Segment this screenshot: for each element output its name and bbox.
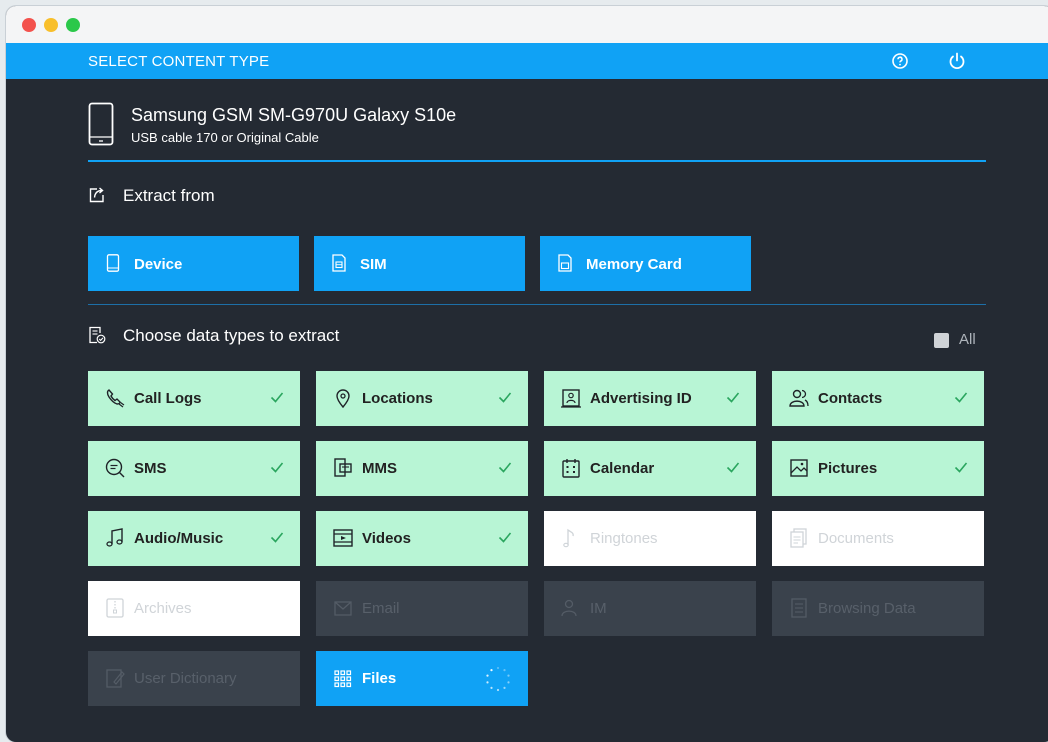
picture-icon <box>790 459 808 477</box>
source-label: Device <box>134 256 183 273</box>
loading-spinner-icon <box>486 666 510 692</box>
music-icon <box>106 528 123 547</box>
data-type-tile-call-logs[interactable]: Call Logs <box>88 371 300 426</box>
email-icon <box>334 601 352 616</box>
data-type-label: Advertising ID <box>590 390 692 407</box>
extract-from-label: Extract from <box>123 186 215 205</box>
data-type-tile-calendar[interactable]: Calendar <box>544 441 756 496</box>
document-check-icon <box>89 326 106 344</box>
data-type-label: MMS <box>362 460 397 477</box>
data-type-tile-email: Email <box>316 581 528 636</box>
data-type-tile-advertising-id[interactable]: Advertising ID <box>544 371 756 426</box>
sim-icon <box>332 254 346 272</box>
divider <box>88 304 986 305</box>
data-type-label: User Dictionary <box>134 670 237 687</box>
documents-icon <box>790 528 807 548</box>
checkmark-icon <box>270 462 284 473</box>
sms-icon <box>105 458 125 478</box>
data-type-tile-im: IM <box>544 581 756 636</box>
power-icon[interactable] <box>947 51 967 71</box>
location-icon <box>336 389 350 409</box>
memory-card-icon <box>558 254 572 272</box>
data-type-label: Browsing Data <box>818 600 916 617</box>
grid-icon <box>334 670 352 688</box>
badge-icon <box>561 389 581 408</box>
data-type-label: Email <box>362 600 400 617</box>
device-name: Samsung GSM SM-G970U Galaxy S10e <box>131 105 457 125</box>
data-type-tile-user-dictionary: User Dictionary <box>88 651 300 706</box>
data-type-label: Audio/Music <box>134 530 224 547</box>
im-icon <box>561 599 577 617</box>
source-sim-button[interactable]: SIM <box>314 236 525 291</box>
video-icon <box>333 529 353 547</box>
data-types-label: Choose data types to extract <box>123 326 340 345</box>
divider <box>88 160 986 162</box>
minimize-window-button[interactable] <box>44 18 58 32</box>
data-type-label: Pictures <box>818 460 878 477</box>
close-window-button[interactable] <box>22 18 36 32</box>
checkbox-box[interactable] <box>934 333 949 348</box>
app-header: SELECT CONTENT TYPE <box>6 43 1048 79</box>
checkmark-icon <box>498 532 512 543</box>
data-type-tile-ringtones[interactable]: Ringtones <box>544 511 756 566</box>
checkmark-icon <box>270 532 284 543</box>
data-type-label: Locations <box>362 390 433 407</box>
phone-icon <box>88 102 114 146</box>
note-icon <box>563 528 574 548</box>
device-connection: USB cable 170 or Original Cable <box>131 130 319 145</box>
checkmark-icon <box>954 462 968 473</box>
dictionary-icon <box>106 669 125 688</box>
data-type-tile-sms[interactable]: SMS <box>88 441 300 496</box>
maximize-window-button[interactable] <box>66 18 80 32</box>
mms-icon <box>334 458 352 477</box>
checkmark-icon <box>954 392 968 403</box>
source-device-button[interactable]: Device <box>88 236 299 291</box>
calendar-icon <box>562 459 580 478</box>
checkmark-icon <box>498 462 512 473</box>
checkmark-icon <box>726 462 740 473</box>
data-type-label: SMS <box>134 460 167 477</box>
data-type-tile-browsing-data: Browsing Data <box>772 581 984 636</box>
app-window: SELECT CONTENT TYPE Samsung GSM SM-G970U… <box>6 6 1048 742</box>
select-all-label: All <box>959 331 976 348</box>
data-type-tile-documents[interactable]: Documents <box>772 511 984 566</box>
checkmark-icon <box>726 392 740 403</box>
source-label: Memory Card <box>586 256 682 273</box>
data-type-label: Videos <box>362 530 411 547</box>
data-type-tile-locations[interactable]: Locations <box>316 371 528 426</box>
data-type-label: Documents <box>818 530 894 547</box>
source-memory-card-button[interactable]: Memory Card <box>540 236 751 291</box>
call-log-icon <box>106 389 125 408</box>
checkmark-icon <box>270 392 284 403</box>
data-type-tile-contacts[interactable]: Contacts <box>772 371 984 426</box>
data-type-label: Call Logs <box>134 390 202 407</box>
data-type-tile-archives[interactable]: Archives <box>88 581 300 636</box>
data-type-label: Archives <box>134 600 192 617</box>
page-title: SELECT CONTENT TYPE <box>88 53 270 70</box>
data-type-label: IM <box>590 600 607 617</box>
data-type-tile-videos[interactable]: Videos <box>316 511 528 566</box>
browser-icon <box>791 598 807 618</box>
archive-icon <box>106 598 124 618</box>
data-type-tile-pictures[interactable]: Pictures <box>772 441 984 496</box>
data-type-label: Contacts <box>818 390 883 407</box>
contacts-icon <box>789 389 809 407</box>
data-type-label: Calendar <box>590 460 655 477</box>
data-type-tile-files[interactable]: Files <box>316 651 528 706</box>
checkmark-icon <box>498 392 512 403</box>
help-icon[interactable] <box>890 51 910 71</box>
title-bar <box>6 6 1048 43</box>
data-type-label: Ringtones <box>590 530 658 547</box>
data-type-tile-audio-music[interactable]: Audio/Music <box>88 511 300 566</box>
data-type-label: Files <box>362 670 397 687</box>
source-label: SIM <box>360 256 387 273</box>
phone-icon <box>106 254 120 272</box>
data-type-tile-mms[interactable]: MMS <box>316 441 528 496</box>
export-icon <box>89 187 104 203</box>
